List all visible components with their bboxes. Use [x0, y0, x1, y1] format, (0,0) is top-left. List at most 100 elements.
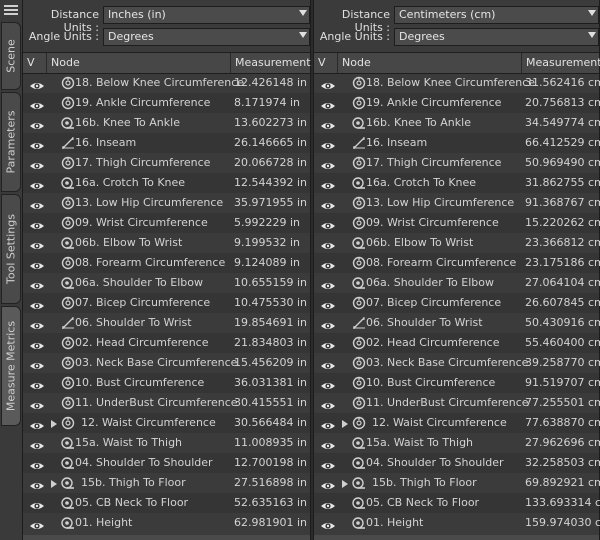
table-row[interactable]: 07. Bicep Circumference 10.475530 in — [23, 293, 310, 313]
visibility-eye-icon[interactable] — [320, 198, 336, 209]
table-row[interactable]: 02. Head Circumference 55.460400 cm — [314, 333, 600, 353]
visibility-eye-icon[interactable] — [29, 298, 45, 309]
distance-units-select[interactable]: Inches (in) — [103, 6, 310, 24]
table-row[interactable]: 07. Bicep Circumference 26.607845 cm — [314, 293, 600, 313]
angle-units-select[interactable]: Degrees — [394, 28, 599, 46]
visibility-eye-icon[interactable] — [320, 358, 336, 369]
visibility-eye-icon[interactable] — [29, 418, 45, 429]
visibility-eye-icon[interactable] — [29, 478, 45, 489]
table-row[interactable]: 16. Inseam 66.412529 cm — [314, 133, 600, 153]
table-row[interactable]: 15a. Waist To Thigh 11.008935 in — [23, 433, 310, 453]
visibility-eye-icon[interactable] — [320, 438, 336, 449]
column-header-visibility[interactable]: V — [314, 53, 338, 73]
visibility-eye-icon[interactable] — [29, 178, 45, 189]
horizontal-scrollbar[interactable] — [23, 535, 310, 540]
table-row[interactable]: 18. Below Knee Circumference 31.562416 cm — [314, 73, 600, 93]
visibility-eye-icon[interactable] — [320, 398, 336, 409]
visibility-eye-icon[interactable] — [320, 78, 336, 89]
table-row[interactable]: 13. Low Hip Circumference 91.368767 cm — [314, 193, 600, 213]
table-row[interactable]: 15b. Thigh To Floor 27.516898 in — [23, 473, 310, 493]
table-row[interactable]: 06. Shoulder To Wrist 19.854691 in — [23, 313, 310, 333]
distance-units-select[interactable]: Centimeters (cm) — [394, 6, 599, 24]
table-row[interactable]: 06b. Elbow To Wrist 23.366812 cm — [314, 233, 600, 253]
table-row[interactable]: 12. Waist Circumference 30.566484 in — [23, 413, 310, 433]
visibility-eye-icon[interactable] — [29, 518, 45, 529]
column-header-node[interactable]: Node — [338, 53, 522, 73]
visibility-eye-icon[interactable] — [29, 238, 45, 249]
visibility-eye-icon[interactable] — [29, 338, 45, 349]
table-row[interactable]: 15a. Waist To Thigh 27.962696 cm — [314, 433, 600, 453]
visibility-eye-icon[interactable] — [320, 418, 336, 429]
table-row[interactable]: 04. Shoulder To Shoulder 32.258503 cm — [314, 453, 600, 473]
visibility-eye-icon[interactable] — [29, 438, 45, 449]
column-header-node[interactable]: Node — [47, 53, 231, 73]
expand-arrow-icon[interactable] — [51, 480, 57, 488]
table-row[interactable]: 12. Waist Circumference 77.638870 cm — [314, 413, 600, 433]
visibility-eye-icon[interactable] — [29, 358, 45, 369]
table-row[interactable]: 11. UnderBust Circumference 30.415551 in — [23, 393, 310, 413]
visibility-eye-icon[interactable] — [29, 318, 45, 329]
table-row[interactable]: 16b. Knee To Ankle 13.602273 in — [23, 113, 310, 133]
table-row[interactable]: 10. Bust Circumference 91.519707 cm — [314, 373, 600, 393]
table-row[interactable]: 19. Ankle Circumference 20.756813 cm — [314, 93, 600, 113]
visibility-eye-icon[interactable] — [320, 498, 336, 509]
visibility-eye-icon[interactable] — [320, 298, 336, 309]
table-row[interactable]: 02. Head Circumference 21.834803 in — [23, 333, 310, 353]
tab-scene[interactable]: Scene — [1, 22, 21, 90]
visibility-eye-icon[interactable] — [320, 238, 336, 249]
table-row[interactable]: 03. Neck Base Circumference 39.258770 cm — [314, 353, 600, 373]
visibility-eye-icon[interactable] — [29, 378, 45, 389]
table-row[interactable]: 01. Height 62.981901 in — [23, 513, 310, 533]
table-row[interactable]: 05. CB Neck To Floor 52.635163 in — [23, 493, 310, 513]
visibility-eye-icon[interactable] — [320, 118, 336, 129]
visibility-eye-icon[interactable] — [320, 258, 336, 269]
table-row[interactable]: 13. Low Hip Circumference 35.971955 in — [23, 193, 310, 213]
angle-units-select[interactable]: Degrees — [103, 28, 310, 46]
visibility-eye-icon[interactable] — [320, 378, 336, 389]
table-row[interactable]: 09. Wrist Circumference 5.992229 in — [23, 213, 310, 233]
column-header-visibility[interactable]: V — [23, 53, 47, 73]
table-row[interactable]: 16a. Crotch To Knee 31.862755 cm — [314, 173, 600, 193]
expand-arrow-icon[interactable] — [51, 420, 57, 428]
table-row[interactable]: 06a. Shoulder To Elbow 27.064104 cm — [314, 273, 600, 293]
visibility-eye-icon[interactable] — [320, 478, 336, 489]
expand-arrow-icon[interactable] — [342, 480, 348, 488]
table-row[interactable]: 16b. Knee To Ankle 34.549774 cm — [314, 113, 600, 133]
table-row[interactable]: 16. Inseam 26.146665 in — [23, 133, 310, 153]
visibility-eye-icon[interactable] — [320, 138, 336, 149]
visibility-eye-icon[interactable] — [29, 158, 45, 169]
tab-parameters[interactable]: Parameters — [1, 92, 21, 192]
visibility-eye-icon[interactable] — [29, 258, 45, 269]
expand-arrow-icon[interactable] — [342, 420, 348, 428]
visibility-eye-icon[interactable] — [29, 198, 45, 209]
tab-measure-metrics[interactable]: Measure Metrics — [1, 306, 21, 426]
visibility-eye-icon[interactable] — [29, 218, 45, 229]
visibility-eye-icon[interactable] — [320, 98, 336, 109]
table-row[interactable]: 16a. Crotch To Knee 12.544392 in — [23, 173, 310, 193]
menu-icon[interactable] — [3, 3, 19, 17]
table-row[interactable]: 06. Shoulder To Wrist 50.430916 cm — [314, 313, 600, 333]
table-row[interactable]: 08. Forearm Circumference 23.175186 cm — [314, 253, 600, 273]
visibility-eye-icon[interactable] — [29, 118, 45, 129]
visibility-eye-icon[interactable] — [320, 458, 336, 469]
tab-tool-settings[interactable]: Tool Settings — [1, 194, 21, 304]
table-row[interactable]: 08. Forearm Circumference 9.124089 in — [23, 253, 310, 273]
visibility-eye-icon[interactable] — [29, 78, 45, 89]
table-row[interactable]: 06a. Shoulder To Elbow 10.655159 in — [23, 273, 310, 293]
table-row[interactable]: 05. CB Neck To Floor 133.693314 cm — [314, 493, 600, 513]
table-row[interactable]: 01. Height 159.974030 cm — [314, 513, 600, 533]
column-header-measurement[interactable]: Measurement — [231, 53, 311, 73]
visibility-eye-icon[interactable] — [29, 398, 45, 409]
table-row[interactable]: 04. Shoulder To Shoulder 12.700198 in — [23, 453, 310, 473]
horizontal-scrollbar[interactable] — [314, 535, 599, 540]
table-row[interactable]: 17. Thigh Circumference 20.066728 in — [23, 153, 310, 173]
column-header-measurement[interactable]: Measurement — [522, 53, 600, 73]
visibility-eye-icon[interactable] — [29, 458, 45, 469]
table-row[interactable]: 09. Wrist Circumference 15.220262 cm — [314, 213, 600, 233]
table-row[interactable]: 11. UnderBust Circumference 77.255501 cm — [314, 393, 600, 413]
visibility-eye-icon[interactable] — [29, 498, 45, 509]
visibility-eye-icon[interactable] — [320, 178, 336, 189]
table-row[interactable]: 17. Thigh Circumference 50.969490 cm — [314, 153, 600, 173]
table-row[interactable]: 19. Ankle Circumference 8.171974 in — [23, 93, 310, 113]
visibility-eye-icon[interactable] — [320, 338, 336, 349]
